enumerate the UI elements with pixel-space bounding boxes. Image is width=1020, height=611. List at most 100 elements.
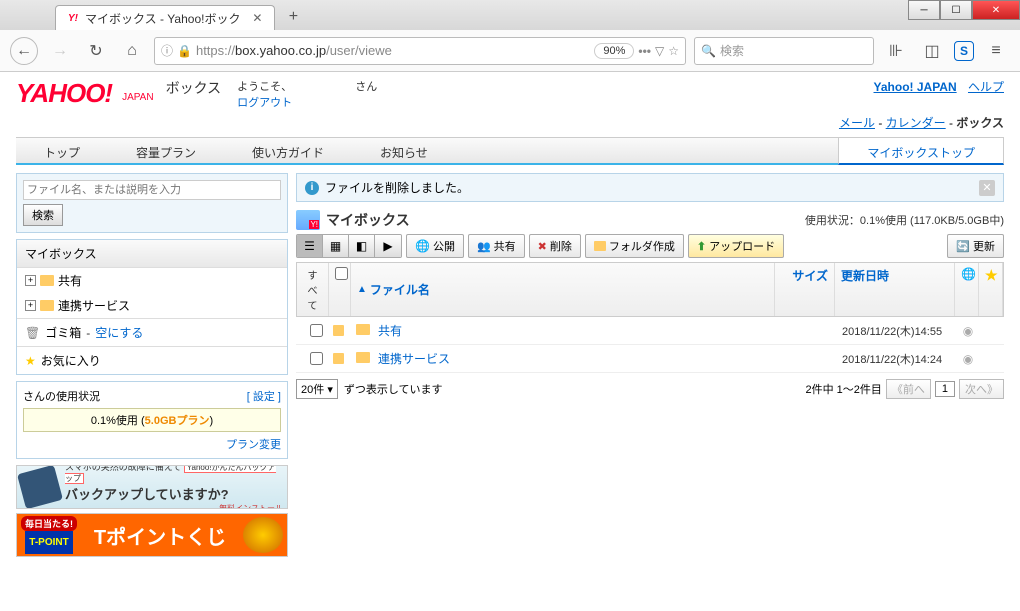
file-name-link[interactable]: 連携サービス <box>378 352 450 366</box>
menu-icon[interactable]: ≡ <box>982 37 1010 65</box>
logout-link[interactable]: ログアウト <box>237 97 292 109</box>
select-all-checkbox[interactable] <box>335 267 348 280</box>
pager-prev-button[interactable]: 《前へ <box>886 379 931 399</box>
table-row[interactable]: 共有 2018/11/22(木)14:55 ◉ <box>296 317 1004 345</box>
search-icon: 🔍 <box>701 44 716 58</box>
expand-icon[interactable]: + <box>25 275 36 286</box>
upload-icon: ⬆ <box>697 240 706 253</box>
logo-service: ボックス <box>166 78 222 98</box>
file-date: 2018/11/22(木)14:24 <box>836 346 956 372</box>
folder-icon <box>40 300 54 311</box>
view-list-button[interactable]: ☰ <box>297 235 323 257</box>
tab-guide[interactable]: 使い方ガイド <box>224 138 352 163</box>
subnav: メール - カレンダー - ボックス <box>16 114 1004 131</box>
bookmark-star-icon[interactable]: ☆ <box>668 44 679 58</box>
tab-mybox[interactable]: マイボックストップ <box>838 138 1004 165</box>
empty-trash-link[interactable]: 空にする <box>95 324 143 341</box>
tab-title: マイボックス - Yahoo!ボック <box>85 10 240 27</box>
star-icon: ★ <box>985 267 998 283</box>
mail-link[interactable]: メール <box>839 116 875 130</box>
library-icon[interactable]: ⊪ <box>882 37 910 65</box>
backup-banner[interactable]: スマホの突然の故障に備えて Yahoo!かんたんバックアップ バックアップしてい… <box>16 465 288 509</box>
yahoo-japan-link[interactable]: Yahoo! JAPAN <box>874 80 957 94</box>
logo-japan: JAPAN <box>122 92 154 103</box>
plan-change-link[interactable]: プラン変更 <box>226 439 281 451</box>
yahoo-logo[interactable]: YAHOO! <box>16 78 112 109</box>
view-thumb-button[interactable]: ◧ <box>349 235 375 257</box>
file-name-link[interactable]: 共有 <box>378 324 402 338</box>
tab-news[interactable]: お知らせ <box>352 138 456 163</box>
row-checkbox[interactable] <box>310 324 323 337</box>
globe-icon: 🌐 <box>415 239 430 253</box>
browser-tab[interactable]: Y! マイボックス - Yahoo!ボック ✕ <box>55 5 275 30</box>
sidebar-icon[interactable]: ◫ <box>918 37 946 65</box>
target-icon <box>243 517 283 553</box>
pager-next-button[interactable]: 次へ》 <box>959 379 1004 399</box>
alert-bar: i ファイルを削除しました。 ✕ <box>296 173 1004 202</box>
col-public[interactable]: 🌐 <box>955 263 979 316</box>
tree-item-services[interactable]: + 連携サービス <box>17 293 287 318</box>
help-link[interactable]: ヘルプ <box>968 80 1004 94</box>
info-icon[interactable]: ⓘ <box>161 42 173 59</box>
col-date[interactable]: 更新日時 <box>835 263 955 316</box>
refresh-icon: 🔄 <box>956 240 970 253</box>
folder-icon <box>356 352 370 363</box>
tab-close-icon[interactable]: ✕ <box>250 11 264 25</box>
browser-navbar: ← → ↻ ⌂ ⓘ 🔒 https://box.yahoo.co.jp/user… <box>0 30 1020 72</box>
view-grid-button[interactable]: ▦ <box>323 235 349 257</box>
tab-favicon: Y! <box>66 11 80 25</box>
url-bar[interactable]: ⓘ 🔒 https://box.yahoo.co.jp/user/viewe 9… <box>154 37 686 65</box>
file-table-header: すべて ▲ファイル名 サイズ 更新日時 🌐 ★ <box>296 262 1004 317</box>
nav-home-button[interactable]: ⌂ <box>118 37 146 65</box>
tree-root[interactable]: マイボックス <box>17 240 287 268</box>
nav-forward-button[interactable]: → <box>46 37 74 65</box>
extension-icon[interactable]: S <box>954 41 974 61</box>
nav-reload-button[interactable]: ↻ <box>82 37 110 65</box>
settings-link[interactable]: [ 設定 ] <box>247 388 281 404</box>
col-favorite[interactable]: ★ <box>979 263 1003 316</box>
folder-icon <box>40 275 54 286</box>
delete-button[interactable]: ✖削除 <box>529 234 581 258</box>
phone-icon <box>17 465 63 509</box>
box-current: ボックス <box>956 116 1004 130</box>
nav-back-button[interactable]: ← <box>10 37 38 65</box>
search-button[interactable]: 検索 <box>23 204 63 226</box>
folder-icon <box>594 241 606 251</box>
row-checkbox[interactable] <box>310 352 323 365</box>
reader-icon[interactable]: ▽ <box>655 44 664 58</box>
mkfolder-button[interactable]: フォルダ作成 <box>585 234 684 258</box>
browser-search-box[interactable]: 🔍 検索 <box>694 37 874 65</box>
trash-row[interactable]: 🗑 ゴミ箱 - 空にする <box>17 318 287 346</box>
view-slide-button[interactable]: ▶ <box>375 235 401 257</box>
window-maximize-button[interactable]: ☐ <box>940 0 972 20</box>
more-icon[interactable]: ••• <box>638 44 651 58</box>
star-icon: ★ <box>25 354 36 368</box>
window-minimize-button[interactable]: ─ <box>908 0 940 20</box>
table-row[interactable]: 連携サービス 2018/11/22(木)14:24 ◉ <box>296 345 1004 373</box>
upload-button[interactable]: ⬆アップロード <box>688 234 784 258</box>
tpoint-banner[interactable]: 毎日当たる! T-POINT Tポイントくじ <box>16 513 288 557</box>
tab-plan[interactable]: 容量プラン <box>108 138 224 163</box>
file-search-input[interactable] <box>23 180 281 200</box>
per-page-select[interactable]: 20件 ▾ <box>296 379 338 399</box>
alert-close-button[interactable]: ✕ <box>979 180 995 196</box>
col-filename[interactable]: ▲ファイル名 <box>351 263 775 316</box>
col-size[interactable]: サイズ <box>775 263 835 316</box>
main-tabs: トップ 容量プラン 使い方ガイド お知らせ マイボックストップ <box>16 137 1004 165</box>
tab-top[interactable]: トップ <box>16 138 108 163</box>
folder-icon <box>333 325 344 336</box>
window-close-button[interactable]: ✕ <box>972 0 1020 20</box>
publish-button[interactable]: 🌐公開 <box>406 234 464 258</box>
share-button[interactable]: 👥共有 <box>468 234 525 258</box>
new-tab-button[interactable]: + <box>281 7 305 27</box>
san-suffix: さん <box>355 81 377 93</box>
tree-item-share[interactable]: + 共有 <box>17 268 287 293</box>
col-select-all[interactable]: すべて <box>297 263 329 316</box>
folder-tree: マイボックス + 共有 + 連携サービス 🗑 ゴミ箱 - <box>16 239 288 375</box>
refresh-button[interactable]: 🔄更新 <box>947 234 1004 258</box>
usage-bar: 0.1%使用 (5.0GBプラン) <box>23 408 281 432</box>
favorites-row[interactable]: ★ お気に入り <box>17 346 287 374</box>
expand-icon[interactable]: + <box>25 300 36 311</box>
zoom-badge[interactable]: 90% <box>594 43 634 59</box>
calendar-link[interactable]: カレンダー <box>886 116 946 130</box>
